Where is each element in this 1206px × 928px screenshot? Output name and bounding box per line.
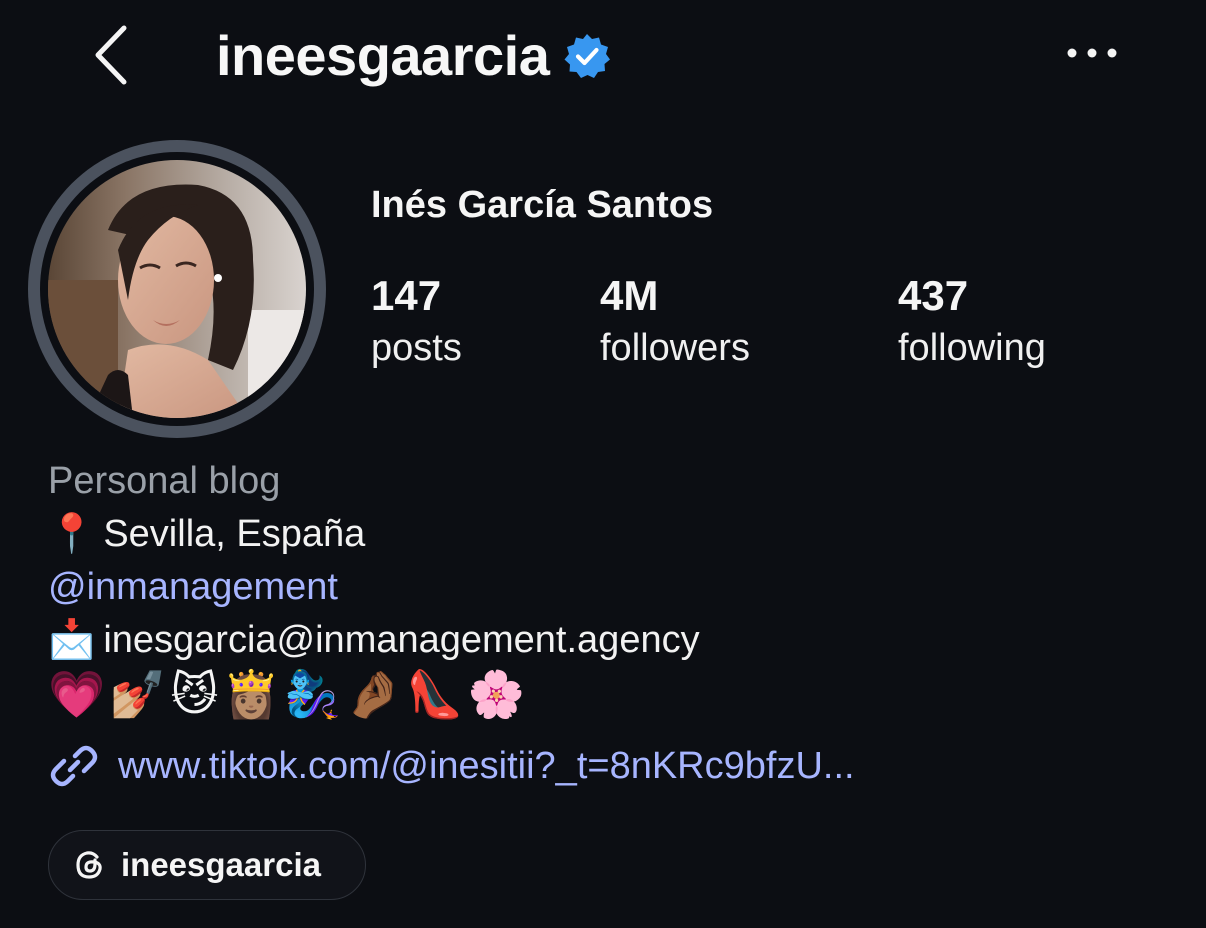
stat-posts[interactable]: 147 posts <box>371 270 462 374</box>
more-options-button[interactable] <box>1058 30 1128 80</box>
bio-mention-link[interactable]: @inmanagement <box>48 561 338 613</box>
posts-label: posts <box>371 327 462 369</box>
stat-following[interactable]: 437 following <box>898 270 1046 374</box>
followers-label: followers <box>600 327 750 369</box>
link-chain-icon <box>50 745 98 787</box>
bio-email: 📩 inesgarcia@inmanagement.agency <box>48 614 700 666</box>
bio-external-link[interactable]: www.tiktok.com/@inesitii?_t=8nKRc9bfzU..… <box>48 738 855 794</box>
verified-badge-icon <box>564 34 611 78</box>
bio-location: 📍 Sevilla, España <box>48 508 365 560</box>
threads-logo-icon <box>76 851 102 879</box>
header-title: ineesgaarcia <box>216 20 611 90</box>
avatar[interactable] <box>48 160 306 418</box>
username-title: ineesgaarcia <box>216 23 550 87</box>
following-label: following <box>898 327 1046 369</box>
stat-followers[interactable]: 4M followers <box>600 270 750 374</box>
bio-emojis: 💗💅🏼😼👸🏽🧞‍♀️🤌🏾👠🌸 <box>48 668 529 720</box>
location-text: Sevilla, España <box>103 513 366 555</box>
back-chevron-icon <box>95 25 127 85</box>
link-text: www.tiktok.com/@inesitii?_t=8nKRc9bfzU..… <box>118 744 855 787</box>
profile-page: ineesgaarcia Inés García Santos 147 post… <box>0 0 1206 928</box>
back-button[interactable] <box>84 20 144 90</box>
email-text: inesgarcia@inmanagement.agency <box>103 619 700 661</box>
posts-count: 147 <box>371 272 442 319</box>
threads-handle: ineesgaarcia <box>121 846 321 883</box>
envelope-emoji: 📩 <box>48 619 96 661</box>
bio-category: Personal blog <box>48 460 281 502</box>
threads-badge-button[interactable]: ineesgaarcia <box>48 830 366 900</box>
avatar-ring[interactable] <box>28 140 326 438</box>
following-count: 437 <box>898 272 969 319</box>
more-options-icon <box>1067 48 1117 58</box>
avatar-photo <box>48 160 306 418</box>
full-name: Inés García Santos <box>371 184 714 226</box>
followers-count: 4M <box>600 272 659 319</box>
pin-emoji: 📍 <box>48 513 96 555</box>
